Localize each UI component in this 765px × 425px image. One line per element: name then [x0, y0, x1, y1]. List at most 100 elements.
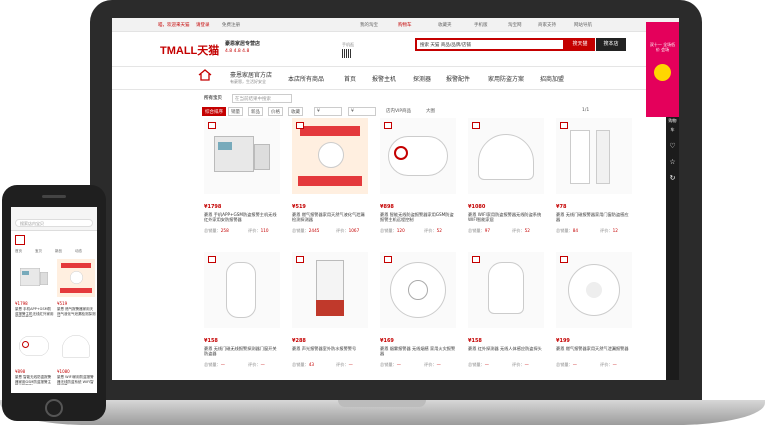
my-taobao-link[interactable]: 我的淘宝 — [360, 22, 378, 28]
product-title[interactable]: 豪恩 无线门磁报警器家用门窗防盗感应器 — [556, 212, 632, 222]
merchant-link[interactable]: 商家支持 — [538, 22, 556, 28]
phone-product-card[interactable]: ¥898豪恩 智能无线防盗报警器家用GSM防盗报警主机远程控制 — [15, 327, 54, 391]
product-card[interactable]: ¥288 豪恩 声光报警器室外防水报警警号 总销量：43 评价：— — [290, 252, 370, 380]
reviews-count[interactable]: 12 — [613, 228, 618, 233]
product-card[interactable]: ¥519 豪恩 燃气报警器家用天然气液化气泄漏检测探测器 总销量：2445 评价：10… — [290, 118, 370, 246]
product-title[interactable]: 豪恩 红外探测器 无线人体感应防盗探头 — [468, 346, 544, 356]
nav-all-items[interactable]: 本店所有商品 — [288, 74, 324, 83]
phone-product-card[interactable]: ¥519豪恩 燃气报警器家用天然气液化气泄漏检测探测器 — [57, 259, 96, 323]
product-image[interactable] — [468, 252, 544, 328]
register-link[interactable]: 免费注册 — [222, 22, 240, 28]
sort-favorites[interactable]: 收藏 — [288, 107, 303, 116]
sales-label: 总销量： — [468, 362, 485, 367]
view-toggle[interactable]: 大图 — [424, 107, 437, 116]
reviews-count[interactable]: 1067 — [349, 228, 360, 233]
heart-icon[interactable]: ♡ — [668, 142, 677, 151]
phone-search-input[interactable]: 搜索店内宝贝 — [15, 219, 93, 227]
taobao-link[interactable]: 淘宝网 — [508, 22, 522, 28]
site-nav-link[interactable]: 网站导航 — [574, 22, 592, 28]
phone-tab-items[interactable]: 宝贝 — [35, 249, 42, 254]
product-card[interactable]: ¥199 豪恩 燃气报警器家用天然气泄漏报警器 总销量：— 评价：— — [554, 252, 634, 380]
product-image[interactable] — [292, 118, 368, 194]
product-title[interactable]: 豪恩 烟雾报警器 无线烟感 家用火灾报警器 — [380, 346, 456, 356]
nav-detector[interactable]: 探测器 — [413, 74, 431, 83]
reviews-count[interactable]: 52 — [437, 228, 442, 233]
mobile-link[interactable]: 手机版 — [474, 22, 488, 28]
sort-new[interactable]: 新品 — [248, 107, 263, 116]
phone-product-title: 豪恩 燃气报警器家用天然气液化气泄漏检测探测器 — [57, 307, 96, 317]
nav-alarm-host[interactable]: 报警主机 — [372, 74, 396, 83]
search-tmall-button[interactable]: 搜天猫 — [565, 38, 595, 51]
product-image[interactable] — [556, 252, 632, 328]
cart-icon[interactable]: 购物车 — [668, 116, 677, 134]
sort-default[interactable]: 综合排序 — [202, 107, 226, 116]
product-image[interactable] — [556, 118, 632, 194]
sort-sales[interactable]: 销量 — [228, 107, 243, 116]
breadcrumb[interactable]: 所有宝贝 — [202, 94, 224, 103]
reviews-count[interactable]: — — [525, 362, 529, 367]
product-card[interactable]: ¥898 豪恩 智能无线防盗报警器家用GSM防盗报警主机远程控制 总销量：120 评价… — [378, 118, 458, 246]
promo-banner[interactable]: 双十一 全场低价 会场 — [646, 22, 679, 117]
product-title[interactable]: 豪恩 智能无线防盗报警器家用GSM防盗报警主机远程控制 — [380, 212, 456, 222]
reviews-count[interactable]: — — [261, 362, 265, 367]
product-image[interactable] — [292, 252, 368, 328]
product-image[interactable] — [204, 118, 280, 194]
product-title[interactable]: 豪恩 声光报警器室外防水报警警号 — [292, 346, 368, 356]
refresh-icon[interactable]: ↻ — [668, 174, 677, 183]
phone-tab-new[interactable]: 新品 — [55, 249, 62, 254]
phone-home-button[interactable] — [45, 399, 63, 417]
product-price: ¥519 — [292, 204, 306, 210]
phone-product-card[interactable]: ¥1798豪恩 手机APP+GSM防盗报警主机无线红外家用安防报警器 — [15, 259, 54, 323]
shop-name[interactable]: 豪恩家居专营店 — [225, 40, 260, 47]
phone-tab-feed[interactable]: 动态 — [75, 249, 82, 254]
reviews-count[interactable]: — — [437, 362, 441, 367]
tmall-logo[interactable]: TMALL天猫 — [160, 42, 219, 58]
nav-home[interactable]: 首页 — [344, 74, 356, 83]
product-title[interactable]: 豪恩 手机APP+GSM防盗报警主机无线红外家用安防报警器 — [204, 212, 280, 222]
product-title[interactable]: 豪恩 无线门磁无线报警探测器门窗开关防盗器 — [204, 346, 280, 356]
product-price: ¥1798 — [204, 204, 222, 210]
product-title[interactable]: 豪恩 燃气报警器家用天然气泄漏报警器 — [556, 346, 632, 356]
reviews-label: 评价： — [336, 228, 349, 233]
sales-label: 总销量： — [556, 228, 573, 233]
login-link[interactable]: 请登录 — [196, 22, 210, 28]
nav-accessories[interactable]: 报警配件 — [446, 74, 470, 83]
nav-franchise[interactable]: 招商加盟 — [540, 74, 564, 83]
vip-checkbox[interactable]: 店内VIP商品 — [384, 107, 414, 116]
product-card[interactable]: ¥78 豪恩 无线门磁报警器家用门窗防盗感应器 总销量：84 评价：12 — [554, 118, 634, 246]
product-card[interactable]: ¥169 豪恩 烟雾报警器 无线烟感 家用火灾报警器 总销量：— 评价：— — [378, 252, 458, 380]
reviews-count[interactable]: — — [349, 362, 353, 367]
product-title[interactable]: 豪恩 WIFI家用防盗报警器无线防盗系统 WIFI智能家居 — [468, 212, 544, 222]
favorites-link[interactable]: 收藏夹 — [438, 22, 452, 28]
reviews-count[interactable]: — — [613, 362, 617, 367]
result-search-input[interactable]: 在当前结果中搜索 — [232, 94, 292, 103]
sales-label: 总销量： — [380, 228, 397, 233]
shop-scores: 4.8 4.8 4.8 — [225, 49, 250, 54]
product-image[interactable] — [468, 118, 544, 194]
reviews-label: 评价： — [424, 362, 437, 367]
sales-label: 总销量： — [380, 362, 397, 367]
sort-price[interactable]: 价格 — [268, 107, 283, 116]
product-image[interactable] — [380, 252, 456, 328]
sales-count: 258 — [220, 228, 229, 233]
product-card[interactable]: ¥1080 豪恩 WIFI家用防盗报警器无线防盗系统 WIFI智能家居 总销量：97… — [466, 118, 546, 246]
product-card[interactable]: ¥158 豪恩 红外探测器 无线人体感应防盗探头 总销量：— 评价：— — [466, 252, 546, 380]
reviews-count[interactable]: 110 — [261, 228, 269, 233]
product-image[interactable] — [380, 118, 456, 194]
phone-tab-home[interactable]: 首页 — [15, 249, 22, 254]
star-icon[interactable]: ☆ — [668, 158, 677, 167]
cart-link[interactable]: 购物车 — [398, 22, 412, 28]
price-max-input[interactable]: ¥ — [348, 107, 376, 116]
search-shop-button[interactable]: 搜本店 — [596, 38, 626, 51]
product-title[interactable]: 豪恩 燃气报警器家用天然气液化气泄漏检测探测器 — [292, 212, 368, 222]
product-card[interactable]: ¥158 豪恩 无线门磁无线报警探测器门窗开关防盗器 总销量：— 评价：— — [202, 252, 282, 380]
nav-home-solution[interactable]: 家用防盗方案 — [488, 74, 524, 83]
search-input[interactable]: 搜索 天猫 商品/品牌/店铺 — [415, 38, 565, 51]
product-image[interactable] — [204, 252, 280, 328]
brand-tag-icon — [296, 122, 304, 129]
home-icon[interactable] — [198, 69, 212, 81]
product-card[interactable]: ¥1798 豪恩 手机APP+GSM防盗报警主机无线红外家用安防报警器 总销量：25… — [202, 118, 282, 246]
reviews-count[interactable]: 52 — [525, 228, 530, 233]
phone-product-card[interactable]: ¥1080豪恩 WIFI家用防盗报警器无线防盗系统 WIFI智能家居 — [57, 327, 96, 391]
price-min-input[interactable]: ¥ — [314, 107, 342, 116]
